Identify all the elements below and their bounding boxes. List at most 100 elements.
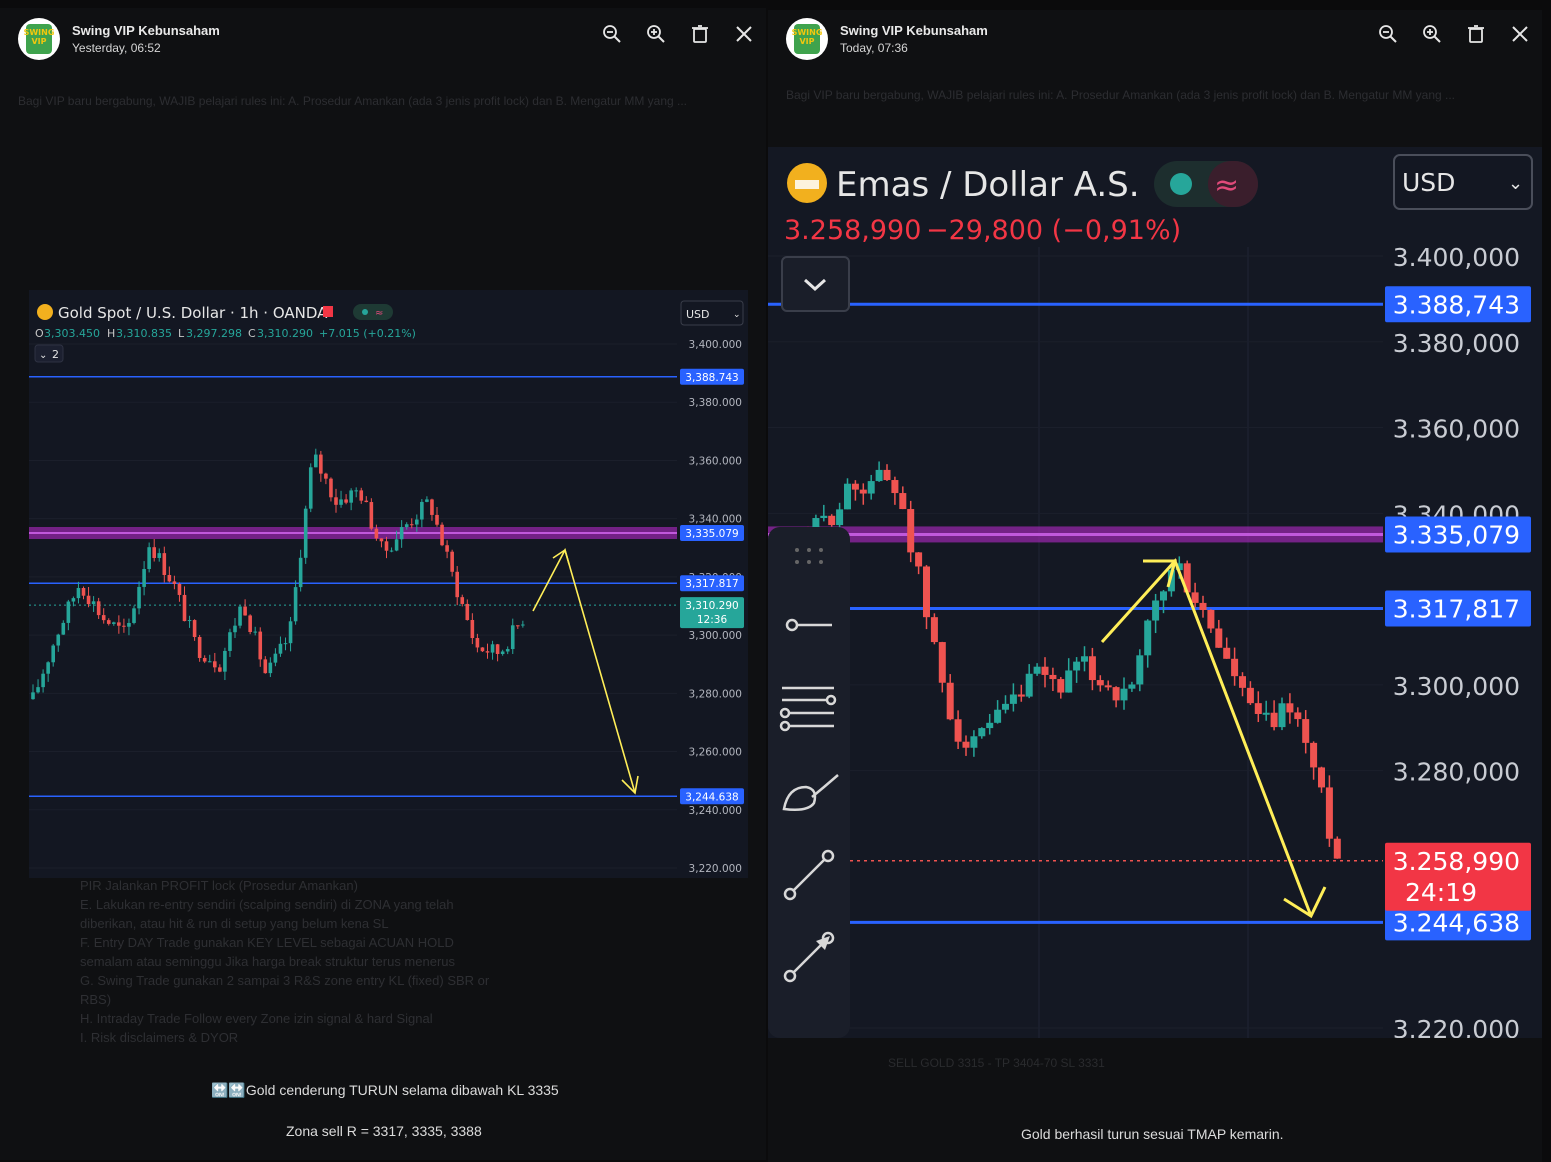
level-tag-label: 3,244.638 <box>685 791 738 803</box>
candle-body <box>1254 703 1262 714</box>
candle-body <box>1191 592 1199 603</box>
candle-body <box>1041 666 1049 675</box>
channel-avatar[interactable]: SWING VIP <box>18 18 60 60</box>
candle-body <box>152 547 156 558</box>
candle-body <box>81 588 86 596</box>
candle-body <box>374 528 379 539</box>
candle-body <box>258 631 263 660</box>
currency-value: USD <box>1402 168 1455 197</box>
candle-body <box>836 509 844 526</box>
candle-body <box>490 644 495 653</box>
candle-body <box>986 722 994 729</box>
candle-body <box>1120 688 1128 701</box>
expand-toggle[interactable] <box>781 256 850 312</box>
candle-body <box>465 603 470 620</box>
candle-body <box>1025 673 1033 697</box>
background-message: Bagi VIP baru bergabung, WAJIB pelajari … <box>786 88 1456 102</box>
zoom-in-icon[interactable] <box>1420 22 1444 46</box>
ohlc-close: 3,310.290 <box>257 327 313 340</box>
symbol-title: Gold Spot / U.S. Dollar · 1h · OANDA <box>58 304 328 322</box>
left-chart-canvas[interactable]: 3,400.0003,380.0003,360.0003,340.0003,32… <box>29 290 748 878</box>
level-price-tags: 3.388,743 3.335,079 3.317,817 3.244,638 3.25… <box>1385 286 1531 941</box>
channel-avatar[interactable]: SWING VIP <box>786 18 828 60</box>
candle-body <box>1128 684 1136 689</box>
level-tag-label: 3,317.817 <box>685 578 738 590</box>
chart-grid <box>29 343 677 869</box>
ohlc-l-label: L <box>178 327 185 340</box>
trash-icon[interactable] <box>688 22 712 46</box>
left-chart[interactable]: 3,400.0003,380.0003,360.0003,340.0003,32… <box>29 290 748 878</box>
candle-body <box>1104 685 1112 688</box>
candle-body <box>930 617 938 643</box>
candle-body <box>71 598 76 602</box>
candle-body <box>106 620 111 624</box>
candle-body <box>61 622 66 635</box>
caption-line-2: Zona sell R = 3317, 3335, 3388 <box>286 1123 482 1139</box>
candle-body <box>851 483 859 490</box>
right-chart[interactable]: 3.400,000 3.380,000 3.360,000 3.340,000 3.30… <box>768 147 1542 1038</box>
candle-body <box>505 649 510 652</box>
candle-body <box>907 509 915 553</box>
candle-body <box>187 620 192 622</box>
candle-body <box>91 601 96 605</box>
candle-body <box>233 625 237 633</box>
candle-body <box>978 728 986 737</box>
candle-body <box>970 736 978 748</box>
zoom-out-icon[interactable] <box>600 22 624 46</box>
level-tag-label: 3.244,638 <box>1393 908 1520 937</box>
candle-body <box>500 651 505 654</box>
ohlc-h-label: H <box>107 327 115 340</box>
candle-body <box>1231 658 1239 677</box>
candle-body <box>409 524 414 526</box>
price-tick-label: 3,240.000 <box>689 805 742 817</box>
candle-body <box>1318 767 1325 788</box>
countdown-label: 24:19 <box>1405 878 1477 907</box>
price-tick-label: 3,360.000 <box>689 455 742 467</box>
candle-body <box>404 524 409 528</box>
candle-body <box>157 553 162 558</box>
candle-body <box>273 653 278 663</box>
candle-body <box>1144 620 1152 656</box>
candle-body <box>127 622 131 627</box>
candle-body <box>1246 687 1254 704</box>
candle-body <box>344 499 348 503</box>
candle-body <box>510 625 515 650</box>
candle-body <box>86 595 91 605</box>
candle-body <box>172 581 177 584</box>
price-tick-label: 3,340.000 <box>689 514 742 526</box>
candle-body <box>1112 687 1120 701</box>
candle-body <box>379 538 384 542</box>
chart-levels <box>768 302 1383 924</box>
flag-icon[interactable] <box>323 306 333 317</box>
zoom-in-icon[interactable] <box>644 22 668 46</box>
candle-body <box>364 500 369 503</box>
price-tick-label: 3.380,000 <box>1393 329 1520 358</box>
candle-body <box>1207 609 1215 629</box>
sender-name: Swing VIP Kebunsaham <box>840 23 988 38</box>
candle-body <box>875 469 883 482</box>
background-message-text: PIR Jalankan PROFIT lock (Prosedur Amank… <box>80 878 490 1045</box>
candle-body <box>389 550 394 552</box>
candle-body <box>420 501 424 520</box>
ohlc-c-label: C <box>248 327 256 340</box>
candle-body <box>218 667 222 672</box>
trash-icon[interactable] <box>1464 22 1488 46</box>
candle-body <box>354 490 358 492</box>
candle-body <box>1009 694 1017 704</box>
gold-symbol-icon <box>37 304 53 320</box>
candle-body <box>867 481 875 494</box>
candle-body <box>1081 656 1088 662</box>
candle-body <box>278 643 283 654</box>
candle-body <box>455 571 459 598</box>
right-chart-canvas[interactable]: 3.400,0003.380,0003.360,0003.340,0003.30… <box>768 147 1542 1038</box>
candle-body <box>112 622 116 624</box>
candle-body <box>1223 647 1231 659</box>
close-icon[interactable] <box>732 22 756 46</box>
candle-body <box>314 454 318 468</box>
candle-body <box>283 643 288 645</box>
currency-value: USD <box>686 308 710 321</box>
zoom-out-icon[interactable] <box>1376 22 1400 46</box>
close-icon[interactable] <box>1508 22 1532 46</box>
candle-body <box>117 622 121 626</box>
indicator-count: 2 <box>52 348 59 361</box>
